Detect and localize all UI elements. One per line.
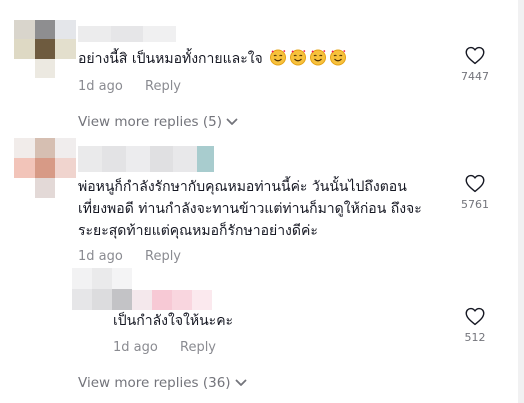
heart-outline-icon <box>465 46 485 65</box>
avatar[interactable] <box>14 20 76 78</box>
comment-timestamp: 1d ago <box>78 249 123 264</box>
heart-outline-icon <box>465 174 485 193</box>
view-more-replies-button[interactable]: View more replies (5) <box>78 114 238 130</box>
avatar[interactable] <box>14 138 76 198</box>
scrollbar[interactable] <box>518 0 524 403</box>
view-more-replies-button[interactable]: View more replies (36) <box>78 375 247 391</box>
emoji-smiling-face-with-hearts-icon <box>289 48 307 73</box>
like-count: 7447 <box>461 70 489 83</box>
comment-text: พ่อหนูก็กำลังรักษากับคุณหมอท่านนี้ค่ะ วั… <box>78 179 422 239</box>
username-blurred[interactable] <box>78 26 177 42</box>
reply-text: เป็นกำลังใจให้นะคะ <box>113 313 234 329</box>
like-count: 5761 <box>461 198 489 211</box>
reply-avatar[interactable] <box>72 268 132 310</box>
reply-timestamp: 1d ago <box>113 340 158 355</box>
reply-button[interactable]: Reply <box>180 340 216 355</box>
like-button[interactable]: 7447 <box>455 46 495 83</box>
like-count: 512 <box>464 331 486 344</box>
reply-button[interactable]: Reply <box>145 249 181 264</box>
username-blurred[interactable] <box>78 146 214 172</box>
emoji-smiling-face-with-hearts-icon <box>269 48 287 73</box>
comment-timestamp: 1d ago <box>78 79 123 94</box>
chevron-down-icon <box>226 118 238 125</box>
reply-username-blurred[interactable] <box>132 290 212 310</box>
reply-button[interactable]: Reply <box>145 79 181 94</box>
emoji-smiling-face-with-hearts-icon <box>329 48 347 73</box>
heart-outline-icon <box>465 307 485 326</box>
comment-text: อย่างนี้สิ เป็นหมอทั้งกายและใจ <box>78 48 347 73</box>
chevron-down-icon <box>235 379 246 386</box>
emoji-smiling-face-with-hearts-icon <box>309 48 327 73</box>
like-button[interactable]: 512 <box>455 307 495 344</box>
like-button[interactable]: 5761 <box>455 174 495 211</box>
